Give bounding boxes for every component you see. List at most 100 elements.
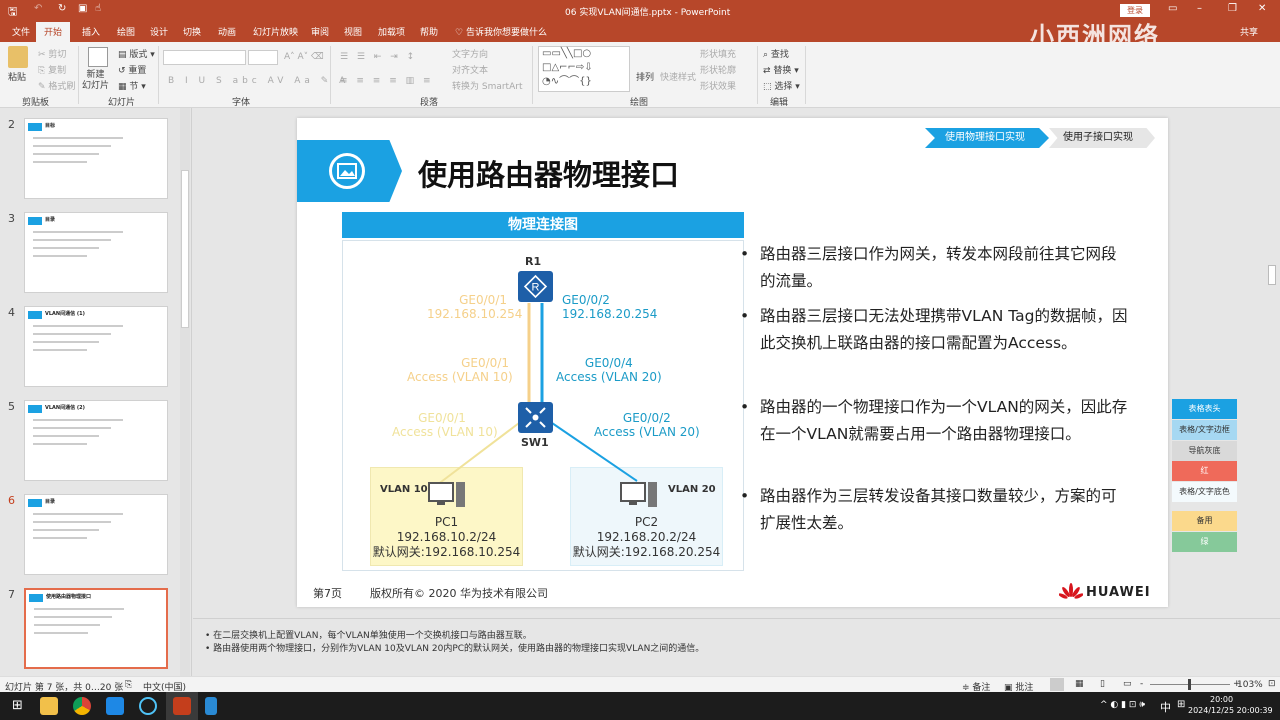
tab-view[interactable]: 视图 <box>344 25 362 38</box>
slide-thumbnail-7[interactable]: 使用路由器物理接口 <box>24 588 168 669</box>
quick-styles-button[interactable]: 快速样式 <box>660 70 696 83</box>
slide-thumbnail-3[interactable]: 目录 <box>24 212 168 293</box>
tab-slideshow[interactable]: 幻灯片放映 <box>253 25 298 38</box>
search-app-icon[interactable] <box>139 697 157 715</box>
slide-thumbnail-5[interactable]: VLAN间通信 (2) <box>24 400 168 481</box>
find-button[interactable]: ⌕ 查找 <box>763 47 789 60</box>
replace-button[interactable]: ⇄ 替换 ▾ <box>763 63 799 76</box>
tab-help[interactable]: 帮助 <box>420 25 438 38</box>
windows-start-icon[interactable]: ⊞ <box>12 698 23 713</box>
powerpoint-taskbar-active[interactable] <box>166 692 198 720</box>
color-swatch[interactable]: 备用 <box>1172 511 1237 531</box>
copy-button[interactable]: ⎘ 复制 <box>38 63 66 76</box>
share-button[interactable]: 共享 <box>1240 25 1258 38</box>
thumbnail-text-line <box>33 513 123 515</box>
tab-home[interactable]: 开始 <box>36 22 71 42</box>
ime-indicator[interactable]: 中 <box>1160 699 1171 715</box>
scrollbar-thumb[interactable] <box>181 170 189 328</box>
reset-button[interactable]: ↺ 重置 <box>118 63 146 76</box>
clock-time[interactable]: 20:00 <box>1210 695 1233 704</box>
thumbnail-text-line <box>33 161 87 163</box>
pc1-computer-icon[interactable] <box>427 480 467 510</box>
text-direction-button[interactable]: 文字方向 <box>452 47 488 60</box>
thumbnail-number: 5 <box>8 400 15 413</box>
tell-me-box[interactable]: ♡ 告诉我你想要做什么 <box>455 25 547 38</box>
tab-file[interactable]: 文件 <box>12 25 30 38</box>
zoom-slider[interactable] <box>1150 679 1230 690</box>
new-slide-icon[interactable] <box>88 47 108 67</box>
undo-icon[interactable]: ↶ <box>34 3 42 14</box>
fit-slide-button[interactable]: ⊡ <box>1268 679 1276 689</box>
font-size-select[interactable] <box>248 50 278 65</box>
file-explorer-icon[interactable] <box>40 697 58 715</box>
arrange-button[interactable]: 排列 <box>636 70 654 83</box>
color-swatch[interactable]: 导航灰底 <box>1172 441 1237 461</box>
touch-mode-icon[interactable]: ☝ <box>95 3 101 14</box>
reading-view-button[interactable]: ▯ <box>1100 679 1105 689</box>
ribbon-display-icon[interactable]: ▭ <box>1168 3 1177 14</box>
tab-draw[interactable]: 绘图 <box>117 25 135 38</box>
section-button[interactable]: ▦ 节 ▾ <box>118 79 146 92</box>
tab-review[interactable]: 审阅 <box>311 25 329 38</box>
close-button[interactable]: ✕ <box>1258 3 1266 14</box>
font-size-buttons[interactable]: A˄ A˅ ⌫ <box>284 52 324 62</box>
zoom-slider-thumb[interactable] <box>1188 679 1191 690</box>
align-buttons[interactable]: ≡ ≡ ≡ ≡ ▥ ≡ <box>340 76 434 86</box>
slide-thumbnail-2[interactable]: 目标 <box>24 118 168 199</box>
color-swatch[interactable]: 绿 <box>1172 532 1237 552</box>
notes-pane[interactable]: • 在二层交换机上配置VLAN，每个VLAN单独使用一个交换机接口与路由器互联。… <box>193 618 1280 676</box>
slide-scrollbar-thumb[interactable] <box>1268 265 1276 285</box>
shape-fill-button[interactable]: 形状填充 <box>700 47 736 60</box>
new-slide-button[interactable]: 新建 幻灯片 <box>82 70 109 92</box>
minimize-button[interactable]: – <box>1197 3 1202 14</box>
tray-icons[interactable]: ^ ◐ ▮ ⊡ 🕪 <box>1100 700 1145 710</box>
color-swatch[interactable]: 表格/文字边框 <box>1172 420 1237 440</box>
app-m-icon[interactable] <box>106 697 124 715</box>
tab-animations[interactable]: 动画 <box>218 25 236 38</box>
slide-sorter-button[interactable]: ▦ <box>1075 679 1084 689</box>
switch-icon[interactable] <box>518 402 553 433</box>
pc2-computer-icon[interactable] <box>619 480 659 510</box>
thumbnail-number: 2 <box>8 118 15 131</box>
paste-button[interactable]: 粘贴 <box>8 70 26 83</box>
paste-icon[interactable] <box>8 46 28 68</box>
normal-view-button[interactable] <box>1050 678 1064 691</box>
format-painter-button[interactable]: ✎ 格式刷 <box>38 79 75 92</box>
redo-icon[interactable]: ↻ <box>58 3 66 14</box>
select-button[interactable]: ⬚ 选择 ▾ <box>763 79 800 92</box>
slide-thumbnail-6[interactable]: 目录 <box>24 494 168 575</box>
color-swatch[interactable]: 表格表头 <box>1172 399 1237 419</box>
router-icon[interactable]: R <box>518 271 553 302</box>
layout-button[interactable]: ▤ 版式 ▾ <box>118 47 155 60</box>
slide-thumbnail-4[interactable]: VLAN间通信 (1) <box>24 306 168 387</box>
clock-date[interactable]: 2024/12/25 20:00:39 <box>1188 706 1273 715</box>
font-name-select[interactable] <box>163 50 246 65</box>
font-format-buttons[interactable]: B I U S abc AV Aa ✎ A <box>168 76 349 86</box>
thumbnail-scrollbar[interactable] <box>180 108 190 676</box>
accessibility-icon[interactable]: ⎘ <box>125 680 132 690</box>
tab-design[interactable]: 设计 <box>150 25 168 38</box>
zoom-out-button[interactable]: - <box>1140 679 1143 689</box>
slideshow-button[interactable]: ▭ <box>1123 679 1132 689</box>
shape-outline-button[interactable]: 形状轮廓 <box>700 63 736 76</box>
network-tool-icon[interactable] <box>205 697 217 715</box>
chrome-icon[interactable] <box>73 697 91 715</box>
search-icon: ⌕ <box>763 50 769 60</box>
smartart-button[interactable]: 转换为 SmartArt <box>452 79 522 92</box>
thumbnail-accent <box>29 594 43 602</box>
align-text-button[interactable]: 对齐文本 <box>452 63 488 76</box>
shape-effects-button[interactable]: 形状效果 <box>700 79 736 92</box>
color-swatch[interactable]: 表格/文字底色 <box>1172 482 1237 502</box>
zoom-level[interactable]: 103% <box>1237 680 1263 690</box>
shapes-gallery[interactable]: ▭▭╲╲□○ □△⌐⌐⇨⇩ ◔∿⌒⌒{} <box>538 46 630 92</box>
tab-insert[interactable]: 插入 <box>82 25 100 38</box>
cut-button[interactable]: ✂ 剪切 <box>38 47 66 60</box>
list-buttons[interactable]: ☰ ☰ ⇤ ⇥ ↕ <box>340 52 417 62</box>
ime-mode-icon[interactable]: ⊞ <box>1177 699 1185 710</box>
color-swatch[interactable]: 红 <box>1172 461 1237 481</box>
slide-canvas[interactable]: 使用物理接口实现 使用子接口实现 使用路由器物理接口 物理连接图 R R1 SW… <box>297 118 1168 607</box>
tab-transitions[interactable]: 切换 <box>183 25 201 38</box>
restore-button[interactable]: ❐ <box>1228 3 1237 14</box>
slideshow-icon[interactable]: ▣ <box>78 3 87 14</box>
tab-addins[interactable]: 加载项 <box>378 25 405 38</box>
